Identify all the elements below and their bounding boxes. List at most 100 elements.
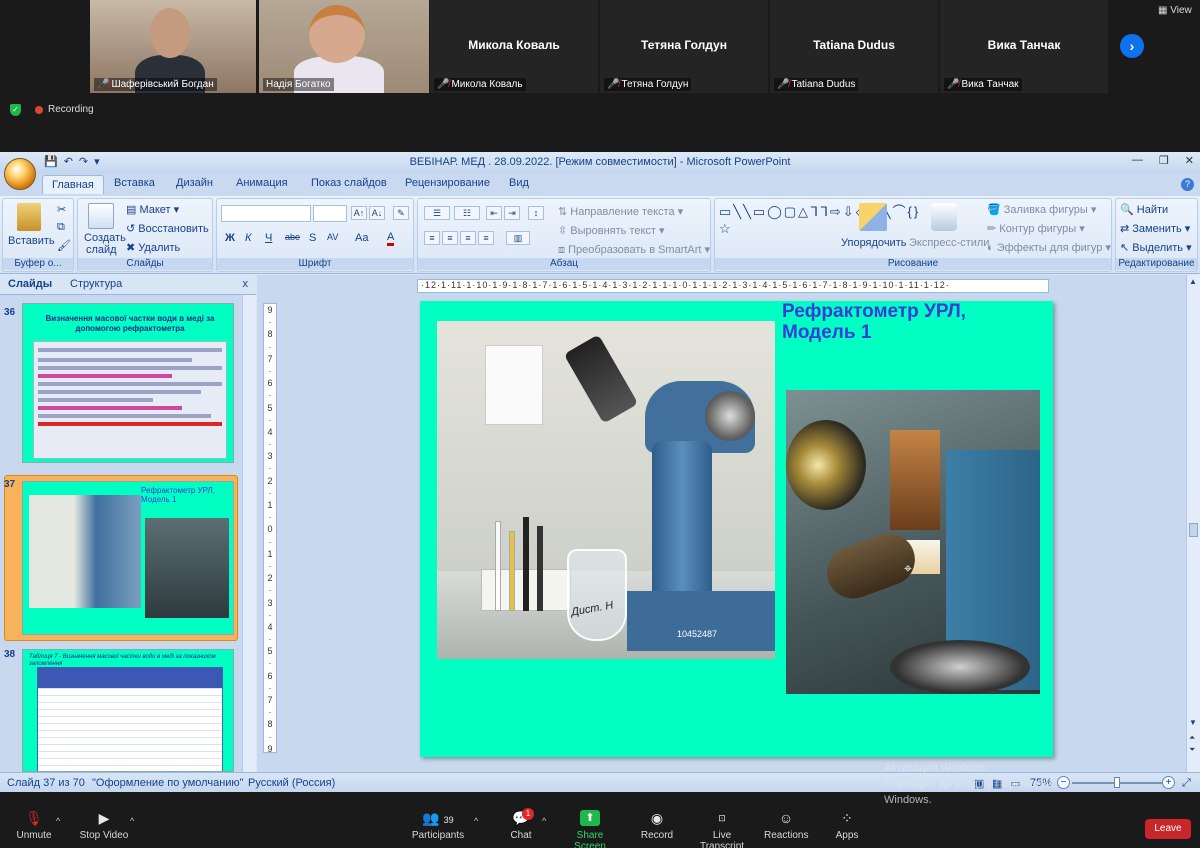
participant-tile[interactable]: Tatiana Dudus 🎤̸ Tatiana Dudus [770,0,938,93]
copy-icon[interactable]: ⧉ [57,221,65,234]
view-button[interactable]: ▦ View [1158,5,1192,16]
refractometer-closeup-photo[interactable]: ⌖ [786,390,1040,694]
paste-button[interactable]: Вставить [8,235,55,247]
shadow-button[interactable]: S [309,232,316,244]
shrink-font-icon[interactable]: A↓ [369,206,385,220]
chat-caret[interactable]: ^ [542,816,546,826]
char-spacing-button[interactable]: AV [327,232,338,242]
align-left-icon[interactable]: ≡ [424,231,440,245]
slide-thumbnail-36[interactable]: Визначення масової частки води в меді за… [22,303,234,463]
bullets-icon[interactable]: ☰ [424,206,450,220]
shape-effects-button[interactable]: ◐ Эффекты для фигур ▾ [987,241,1111,254]
share-screen-button[interactable]: ⬆ Share Screen [562,810,618,848]
help-icon[interactable]: ? [1181,178,1194,191]
leave-button[interactable]: Leave [1145,819,1191,839]
unmute-button[interactable]: 🎙 Unmute [14,810,54,841]
next-page-arrow-icon[interactable]: › [1120,34,1144,58]
quick-styles-button[interactable]: Экспресс-стили [909,237,989,249]
justify-icon[interactable]: ≡ [478,231,494,245]
shape-outline-button[interactable]: ✏ Контур фигуры ▾ [987,222,1085,235]
font-family-field[interactable] [221,205,311,222]
prev-slide-icon[interactable]: ⏶ [1189,733,1195,743]
delete-slide-button[interactable]: ✖ Удалить [126,241,180,254]
panel-scrollbar[interactable] [242,295,256,772]
language-status[interactable]: Русский (Россия) [248,777,335,789]
bold-button[interactable]: Ж [225,232,235,244]
align-center-icon[interactable]: ≡ [442,231,458,245]
tab-view[interactable]: Вид [509,177,529,189]
office-button[interactable] [4,158,36,190]
align-right-icon[interactable]: ≡ [460,231,476,245]
strike-button[interactable]: abe [285,232,300,242]
increase-indent-icon[interactable]: ⇥ [504,206,520,220]
select-button[interactable]: ↖ Выделить ▾ [1120,241,1192,254]
zoom-out-icon[interactable]: − [1057,776,1070,789]
new-slide-icon[interactable] [88,203,114,229]
reset-button[interactable]: ↺ Восстановить [126,222,209,235]
clear-format-icon[interactable]: ✎ [393,206,409,220]
minimize-icon[interactable]: — [1132,154,1143,167]
restore-icon[interactable]: ❐ [1159,154,1169,167]
close-icon[interactable]: ✕ [1185,154,1194,167]
format-painter-icon[interactable]: 🖌 [57,239,71,252]
line-spacing-icon[interactable]: ↕ [528,206,544,220]
participants-button[interactable]: 👥 39 Participants [410,810,466,841]
record-button[interactable]: ◉ Record [640,810,674,841]
tab-animation[interactable]: Анимация [236,177,288,189]
scroll-down-icon[interactable]: ▼ [1189,718,1197,727]
align-text-button[interactable]: ⇳ Выровнять текст ▾ [558,224,665,237]
font-size-field[interactable] [313,205,347,222]
shape-fill-button[interactable]: 🪣 Заливка фигуры ▾ [987,203,1096,216]
decrease-indent-icon[interactable]: ⇤ [486,206,502,220]
fit-to-window-icon[interactable]: ⤢ [1182,777,1191,790]
audio-options-caret[interactable]: ^ [56,816,60,826]
stop-video-button[interactable]: ▶︎ Stop Video [78,810,130,841]
scroll-up-icon[interactable]: ▲ [1189,277,1197,286]
shapes-gallery[interactable]: ▭╲╲▭◯▢△ᒣᒣ⇨⇩◇⤴╲⌒{}☆ [719,203,918,237]
arrange-button[interactable]: Упорядочить [841,237,906,249]
replace-button[interactable]: ⇄ Заменить ▾ [1120,222,1190,235]
participant-tile[interactable]: Тетяна Голдун 🎤̸ Тетяна Голдун [600,0,768,93]
live-transcript-button[interactable]: ⊡ Live Transcript [690,810,754,848]
new-slide-button[interactable]: Создать [84,232,126,244]
apps-button[interactable]: ⁘ Apps [832,810,862,841]
tab-outline-panel[interactable]: Структура [70,278,122,290]
font-color-button[interactable]: A [387,232,395,246]
layout-button[interactable]: ▤ Макет ▾ [126,203,179,216]
cut-icon[interactable]: ✂ [57,203,66,216]
theme-name[interactable]: "Оформление по умолчанию" [92,777,244,789]
quick-styles-icon[interactable] [931,203,957,231]
tab-design[interactable]: Дизайн [176,177,213,189]
security-shield-icon[interactable]: ✓ [10,104,21,116]
grow-font-icon[interactable]: A↑ [351,206,367,220]
arrange-icon[interactable] [859,203,887,231]
participant-tile[interactable]: 🎤̸ Шаферівський Богдан [90,0,256,93]
underline-button[interactable]: Ч [265,232,272,244]
smartart-button[interactable]: ⧈ Преобразовать в SmartArt ▾ [558,243,710,257]
tab-home[interactable]: Главная [42,175,104,194]
zoom-slider-knob[interactable] [1114,777,1120,788]
refractometer-photo[interactable]: Дист. H 10452487 [437,321,775,659]
find-button[interactable]: 🔍 Найти [1120,203,1168,216]
participant-tile[interactable]: Надія Богатко [259,0,429,93]
panel-close-icon[interactable]: x [243,278,249,290]
reactions-button[interactable]: ☺ Reactions [764,810,808,841]
tab-slideshow[interactable]: Показ слайдов [311,177,387,189]
participant-tile[interactable]: Вика Танчак 🎤̸ Вика Танчак [940,0,1108,93]
participants-caret[interactable]: ^ [474,816,478,826]
change-case-button[interactable]: Aa [355,232,368,244]
text-direction-button[interactable]: ⇅ Направление текста ▾ [558,205,683,218]
slide-thumbnail-38[interactable]: Таблиця 7 - Визначення масової частки во… [22,649,234,772]
numbering-icon[interactable]: ☷ [454,206,480,220]
italic-button[interactable]: К [245,232,251,244]
editor-scrollbar[interactable]: ▲ ▼ ⏶ ⏷ [1186,275,1200,772]
tab-insert[interactable]: Вставка [114,177,155,189]
scroll-thumb[interactable] [1189,523,1198,537]
video-options-caret[interactable]: ^ [130,816,134,826]
participant-tile[interactable]: Микола Коваль 🎤̸ Микола Коваль [430,0,598,93]
columns-icon[interactable]: ▥ [506,231,530,245]
tab-slides-panel[interactable]: Слайды [8,278,52,290]
slide-title[interactable]: Рефрактометр УРЛ, Модель 1 [782,301,1042,343]
current-slide[interactable]: Рефрактометр УРЛ, Модель 1 Дист. H 10452… [420,301,1053,757]
next-slide-icon[interactable]: ⏷ [1189,745,1195,755]
